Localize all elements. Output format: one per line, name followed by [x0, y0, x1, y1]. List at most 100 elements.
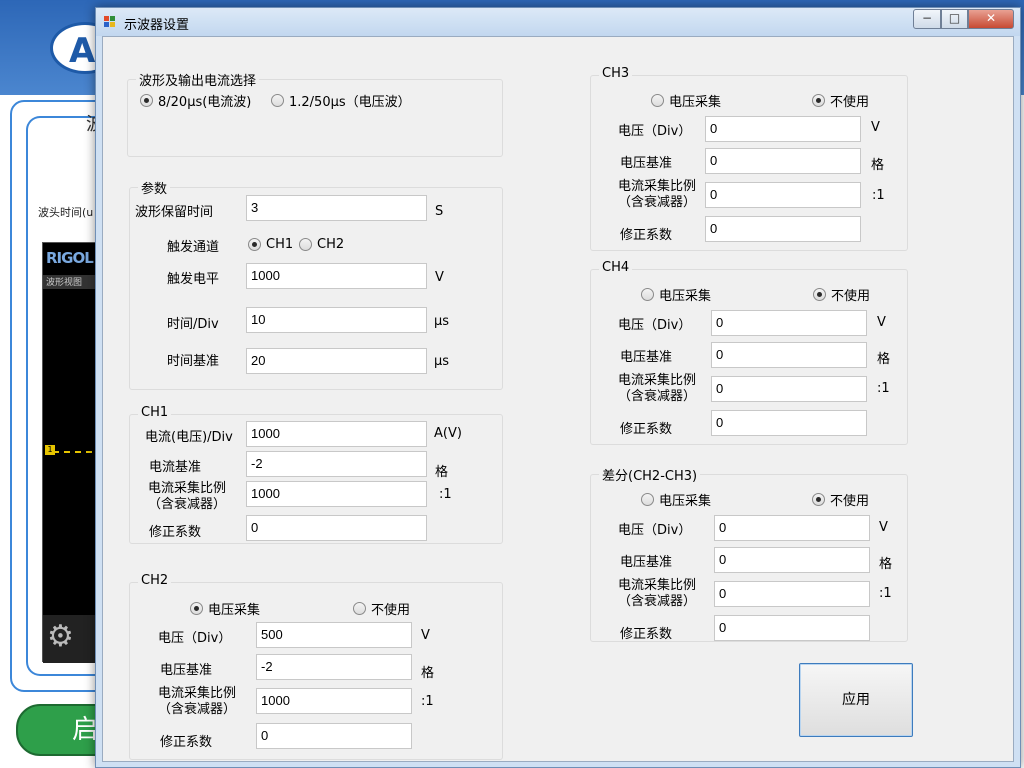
ch1-current-div-input[interactable]: 1000 — [246, 421, 427, 447]
diff-ratio-input[interactable]: 0 — [714, 581, 870, 607]
radio-trigger-ch1[interactable]: CH1 — [248, 236, 293, 252]
ch3-ratio-label: 电流采集比例 （含衰减器） — [618, 179, 696, 211]
radio-dot-icon — [651, 93, 664, 107]
ch4-correction-label: 修正系数 — [620, 422, 673, 437]
ch2-group-title: CH2 — [138, 573, 172, 588]
diff-voltage-base-input[interactable]: 0 — [714, 547, 870, 573]
radio-ch3-unused[interactable]: 不使用 — [812, 92, 869, 110]
dialog-client-area: 波形及输出电流选择 8/20μs(电流波) 1.2/50μs（电压波） 参数 波… — [102, 36, 1014, 762]
ch2-ratio-input[interactable]: 1000 — [256, 688, 412, 714]
logo-letter: A — [69, 31, 96, 71]
window-title: 示波器设置 — [124, 18, 190, 33]
ch4-voltage-base-label: 电压基准 — [620, 350, 673, 365]
ch1-correction-input[interactable]: 0 — [246, 515, 427, 541]
ch1-ratio-unit: :1 — [439, 487, 452, 502]
scope-subtitle: 波形视图 — [43, 275, 103, 289]
ch4-ratio-label-line2: （含衰减器） — [618, 389, 697, 404]
oscilloscope-settings-dialog: 示波器设置 − □ ✕ 波形及输出电流选择 8/20μs(电流波) 1.2/50… — [95, 7, 1021, 768]
radio-diff-unused[interactable]: 不使用 — [812, 491, 870, 509]
ch3-ratio-label-line2: （含衰减器） — [618, 195, 697, 210]
close-button[interactable]: ✕ — [968, 9, 1014, 29]
ch2-correction-input[interactable]: 0 — [256, 723, 412, 749]
radio-label: 不使用 — [830, 493, 870, 509]
ch2-correction-label: 修正系数 — [160, 735, 213, 750]
ch3-voltage-div-unit: V — [871, 120, 880, 135]
diff-voltage-base-label: 电压基准 — [620, 555, 673, 570]
diff-correction-input[interactable]: 0 — [714, 615, 870, 641]
ch1-current-base-input[interactable]: -2 — [246, 451, 427, 477]
ch3-ratio-label-line1: 电流采集比例 — [618, 179, 697, 194]
time-div-input[interactable]: 10 — [246, 307, 427, 333]
ch4-ratio-label: 电流采集比例 （含衰减器） — [618, 373, 696, 405]
ch2-voltage-base-label: 电压基准 — [160, 663, 213, 678]
radio-dot-icon — [299, 237, 312, 251]
params-group-title: 参数 — [138, 178, 171, 197]
gear-icon: ⚙ — [47, 619, 74, 654]
trigger-channel-label: 触发通道 — [167, 240, 220, 255]
scope-settings-area: ⚙ — [43, 615, 103, 663]
ch2-voltage-div-input[interactable]: 500 — [256, 622, 412, 648]
ch2-ratio-label-line2: （含衰减器） — [158, 702, 237, 717]
radio-diff-collect[interactable]: 电压采集 — [641, 491, 711, 509]
radio-label: 8/20μs(电流波) — [158, 94, 252, 110]
diff-ratio-label: 电流采集比例 （含衰减器） — [618, 578, 696, 610]
time-base-input[interactable]: 20 — [246, 348, 427, 374]
trace-marker: 1 — [45, 445, 55, 455]
diff-ratio-label-line1: 电流采集比例 — [618, 578, 697, 593]
hold-time-input[interactable]: 3 — [246, 195, 427, 221]
radio-label: 电压采集 — [659, 288, 712, 304]
ch2-ratio-label-line1: 电流采集比例 — [158, 686, 237, 701]
diff-voltage-div-input[interactable]: 0 — [714, 515, 870, 541]
radio-label: 1.2/50μs（电压波） — [289, 94, 411, 110]
ch2-ratio-unit: :1 — [421, 694, 434, 709]
trigger-level-label: 触发电平 — [167, 272, 220, 287]
radio-trigger-ch2[interactable]: CH2 — [299, 236, 344, 252]
radio-label: CH1 — [266, 236, 294, 252]
ch4-ratio-input[interactable]: 0 — [711, 376, 867, 402]
radio-ch2-unused[interactable]: 不使用 — [353, 600, 410, 618]
radio-ch4-collect[interactable]: 电压采集 — [641, 286, 712, 304]
ch1-ratio-label-line1: 电流采集比例 — [148, 481, 227, 496]
radio-dot-icon — [248, 237, 261, 251]
ch3-ratio-input[interactable]: 0 — [705, 182, 861, 208]
radio-dot-icon — [140, 93, 153, 107]
radio-label: 电压采集 — [208, 602, 261, 618]
ch2-voltage-base-input[interactable]: -2 — [256, 654, 412, 680]
ch3-correction-input[interactable]: 0 — [705, 216, 861, 242]
diff-voltage-div-unit: V — [879, 520, 888, 535]
diff-ratio-label-line2: （含衰减器） — [618, 594, 697, 609]
ch3-group-title: CH3 — [599, 66, 633, 81]
title-bar[interactable]: 示波器设置 − □ ✕ — [96, 8, 1020, 36]
oscilloscope-view: RIGOL 波形视图 1 ⚙ — [42, 242, 103, 663]
maximize-button[interactable]: □ — [941, 9, 968, 29]
diff-ratio-unit: :1 — [879, 586, 892, 601]
ch2-ratio-label: 电流采集比例 （含衰减器） — [158, 686, 236, 718]
ch4-correction-input[interactable]: 0 — [711, 410, 867, 436]
ch1-correction-label: 修正系数 — [149, 525, 202, 540]
ch3-voltage-base-label: 电压基准 — [620, 156, 673, 171]
radio-ch4-unused[interactable]: 不使用 — [813, 286, 870, 304]
ch3-voltage-div-input[interactable]: 0 — [705, 116, 861, 142]
radio-ch3-collect[interactable]: 电压采集 — [651, 92, 721, 110]
ch1-ratio-input[interactable]: 1000 — [246, 481, 427, 507]
radio-ch2-collect[interactable]: 电压采集 — [190, 600, 261, 618]
ch1-current-base-unit: 格 — [435, 465, 449, 480]
diff-voltage-base-unit: 格 — [879, 557, 893, 572]
diff-voltage-div-label: 电压（Div） — [618, 523, 692, 538]
ch4-voltage-base-input[interactable]: 0 — [711, 342, 867, 368]
ch3-voltage-base-input[interactable]: 0 — [705, 148, 861, 174]
minimize-button[interactable]: − — [913, 9, 941, 29]
radio-waveform-1-2-50[interactable]: 1.2/50μs（电压波） — [271, 92, 411, 110]
radio-dot-icon — [812, 93, 825, 107]
ch4-voltage-div-label: 电压（Div） — [618, 318, 692, 333]
ch3-voltage-base-unit: 格 — [871, 158, 885, 173]
ch4-voltage-div-input[interactable]: 0 — [711, 310, 867, 336]
radio-waveform-8-20[interactable]: 8/20μs(电流波) — [140, 92, 252, 110]
ch4-voltage-div-unit: V — [877, 315, 886, 330]
apply-button[interactable]: 应用 — [799, 663, 913, 737]
waveform-group-title: 波形及输出电流选择 — [136, 70, 260, 89]
trigger-level-input[interactable]: 1000 — [246, 263, 427, 289]
radio-dot-icon — [641, 287, 654, 301]
ch1-ratio-label-line2: （含衰减器） — [148, 497, 227, 512]
ch1-current-div-unit: A(V) — [434, 426, 462, 441]
